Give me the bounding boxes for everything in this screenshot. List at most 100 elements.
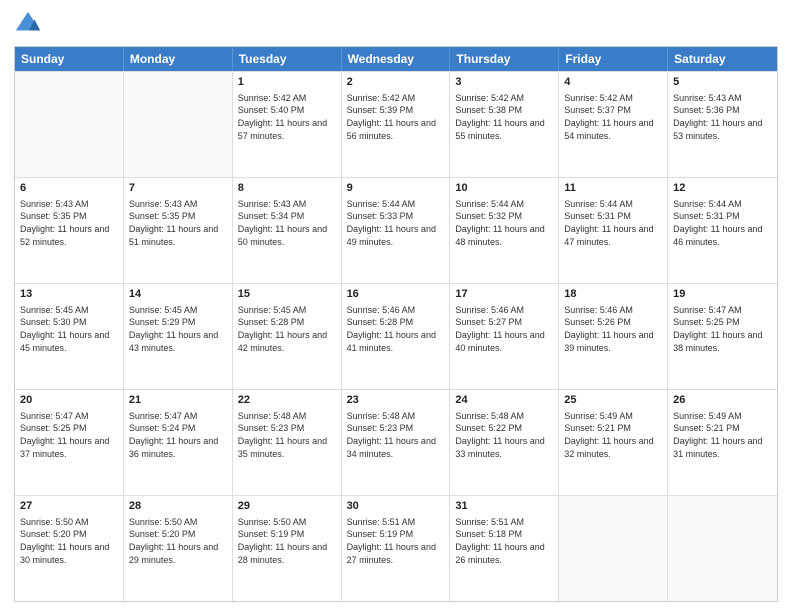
day-info: Sunrise: 5:44 AMSunset: 5:31 PMDaylight:… (673, 198, 772, 248)
week-row-2: 6 Sunrise: 5:43 AMSunset: 5:35 PMDaylight… (15, 177, 777, 283)
day-info: Sunrise: 5:43 AMSunset: 5:35 PMDaylight:… (129, 198, 227, 248)
day-info: Sunrise: 5:44 AMSunset: 5:33 PMDaylight:… (347, 198, 445, 248)
day-cell-7: 7 Sunrise: 5:43 AMSunset: 5:35 PMDaylight… (124, 178, 233, 283)
calendar-body: 1 Sunrise: 5:42 AMSunset: 5:40 PMDaylight… (15, 71, 777, 601)
day-number: 21 (129, 393, 227, 408)
header-day-monday: Monday (124, 47, 233, 71)
day-info: Sunrise: 5:42 AMSunset: 5:39 PMDaylight:… (347, 92, 445, 142)
day-number: 19 (673, 287, 772, 302)
day-info: Sunrise: 5:42 AMSunset: 5:40 PMDaylight:… (238, 92, 336, 142)
day-number: 5 (673, 75, 772, 90)
day-number: 20 (20, 393, 118, 408)
day-cell-25: 25 Sunrise: 5:49 AMSunset: 5:21 PMDayligh… (559, 390, 668, 495)
day-info: Sunrise: 5:45 AMSunset: 5:30 PMDaylight:… (20, 304, 118, 354)
day-info: Sunrise: 5:43 AMSunset: 5:36 PMDaylight:… (673, 92, 772, 142)
day-info: Sunrise: 5:51 AMSunset: 5:19 PMDaylight:… (347, 516, 445, 566)
day-number: 6 (20, 181, 118, 196)
day-info: Sunrise: 5:49 AMSunset: 5:21 PMDaylight:… (564, 410, 662, 460)
day-info: Sunrise: 5:42 AMSunset: 5:38 PMDaylight:… (455, 92, 553, 142)
day-info: Sunrise: 5:50 AMSunset: 5:20 PMDaylight:… (129, 516, 227, 566)
empty-cell (668, 496, 777, 601)
day-cell-22: 22 Sunrise: 5:48 AMSunset: 5:23 PMDayligh… (233, 390, 342, 495)
day-cell-19: 19Sunrise: 5:47 AMSunset: 5:25 PMDayligh… (668, 284, 777, 389)
day-number: 25 (564, 393, 662, 408)
day-cell-10: 10 Sunrise: 5:44 AMSunset: 5:32 PMDayligh… (450, 178, 559, 283)
day-cell-31: 31 Sunrise: 5:51 AMSunset: 5:18 PMDayligh… (450, 496, 559, 601)
page: SundayMondayTuesdayWednesdayThursdayFrid… (0, 0, 792, 612)
day-number: 26 (673, 393, 772, 408)
empty-cell (15, 72, 124, 177)
day-cell-12: 12Sunrise: 5:44 AMSunset: 5:31 PMDayligh… (668, 178, 777, 283)
day-cell-9: 9Sunrise: 5:44 AMSunset: 5:33 PMDaylight… (342, 178, 451, 283)
day-number: 1 (238, 75, 336, 90)
day-number: 18 (564, 287, 662, 302)
header-day-friday: Friday (559, 47, 668, 71)
day-number: 16 (347, 287, 445, 302)
day-info: Sunrise: 5:43 AMSunset: 5:34 PMDaylight:… (238, 198, 336, 248)
day-number: 28 (129, 499, 227, 514)
header (14, 10, 778, 38)
day-info: Sunrise: 5:45 AMSunset: 5:28 PMDaylight:… (238, 304, 336, 354)
empty-cell (559, 496, 668, 601)
day-cell-13: 13 Sunrise: 5:45 AMSunset: 5:30 PMDayligh… (15, 284, 124, 389)
day-cell-3: 3Sunrise: 5:42 AMSunset: 5:38 PMDaylight… (450, 72, 559, 177)
day-number: 4 (564, 75, 662, 90)
day-info: Sunrise: 5:49 AMSunset: 5:21 PMDaylight:… (673, 410, 772, 460)
day-number: 22 (238, 393, 336, 408)
calendar: SundayMondayTuesdayWednesdayThursdayFrid… (14, 46, 778, 602)
day-cell-15: 15 Sunrise: 5:45 AMSunset: 5:28 PMDayligh… (233, 284, 342, 389)
empty-cell (124, 72, 233, 177)
day-number: 14 (129, 287, 227, 302)
day-cell-24: 24 Sunrise: 5:48 AMSunset: 5:22 PMDayligh… (450, 390, 559, 495)
day-number: 27 (20, 499, 118, 514)
day-number: 24 (455, 393, 553, 408)
day-info: Sunrise: 5:48 AMSunset: 5:23 PMDaylight:… (347, 410, 445, 460)
header-day-tuesday: Tuesday (233, 47, 342, 71)
day-info: Sunrise: 5:44 AMSunset: 5:31 PMDaylight:… (564, 198, 662, 248)
day-info: Sunrise: 5:46 AMSunset: 5:28 PMDaylight:… (347, 304, 445, 354)
day-cell-8: 8 Sunrise: 5:43 AMSunset: 5:34 PMDaylight… (233, 178, 342, 283)
day-number: 23 (347, 393, 445, 408)
day-info: Sunrise: 5:46 AMSunset: 5:26 PMDaylight:… (564, 304, 662, 354)
day-cell-30: 30 Sunrise: 5:51 AMSunset: 5:19 PMDayligh… (342, 496, 451, 601)
day-number: 15 (238, 287, 336, 302)
day-cell-18: 18 Sunrise: 5:46 AMSunset: 5:26 PMDayligh… (559, 284, 668, 389)
day-cell-23: 23 Sunrise: 5:48 AMSunset: 5:23 PMDayligh… (342, 390, 451, 495)
week-row-1: 1 Sunrise: 5:42 AMSunset: 5:40 PMDaylight… (15, 71, 777, 177)
day-number: 7 (129, 181, 227, 196)
day-number: 17 (455, 287, 553, 302)
day-info: Sunrise: 5:47 AMSunset: 5:24 PMDaylight:… (129, 410, 227, 460)
day-number: 13 (20, 287, 118, 302)
day-info: Sunrise: 5:42 AMSunset: 5:37 PMDaylight:… (564, 92, 662, 142)
day-info: Sunrise: 5:45 AMSunset: 5:29 PMDaylight:… (129, 304, 227, 354)
day-cell-2: 2 Sunrise: 5:42 AMSunset: 5:39 PMDaylight… (342, 72, 451, 177)
day-cell-5: 5 Sunrise: 5:43 AMSunset: 5:36 PMDaylight… (668, 72, 777, 177)
day-cell-28: 28 Sunrise: 5:50 AMSunset: 5:20 PMDayligh… (124, 496, 233, 601)
day-cell-26: 26 Sunrise: 5:49 AMSunset: 5:21 PMDayligh… (668, 390, 777, 495)
day-info: Sunrise: 5:50 AMSunset: 5:19 PMDaylight:… (238, 516, 336, 566)
header-day-thursday: Thursday (450, 47, 559, 71)
logo (14, 10, 46, 38)
day-info: Sunrise: 5:48 AMSunset: 5:23 PMDaylight:… (238, 410, 336, 460)
day-info: Sunrise: 5:44 AMSunset: 5:32 PMDaylight:… (455, 198, 553, 248)
day-cell-14: 14 Sunrise: 5:45 AMSunset: 5:29 PMDayligh… (124, 284, 233, 389)
week-row-4: 20 Sunrise: 5:47 AMSunset: 5:25 PMDayligh… (15, 389, 777, 495)
day-cell-21: 21 Sunrise: 5:47 AMSunset: 5:24 PMDayligh… (124, 390, 233, 495)
header-day-saturday: Saturday (668, 47, 777, 71)
day-number: 8 (238, 181, 336, 196)
day-number: 30 (347, 499, 445, 514)
day-info: Sunrise: 5:48 AMSunset: 5:22 PMDaylight:… (455, 410, 553, 460)
day-cell-16: 16 Sunrise: 5:46 AMSunset: 5:28 PMDayligh… (342, 284, 451, 389)
day-number: 2 (347, 75, 445, 90)
header-day-sunday: Sunday (15, 47, 124, 71)
day-number: 31 (455, 499, 553, 514)
day-info: Sunrise: 5:46 AMSunset: 5:27 PMDaylight:… (455, 304, 553, 354)
day-number: 29 (238, 499, 336, 514)
day-cell-1: 1 Sunrise: 5:42 AMSunset: 5:40 PMDaylight… (233, 72, 342, 177)
day-info: Sunrise: 5:51 AMSunset: 5:18 PMDaylight:… (455, 516, 553, 566)
week-row-5: 27 Sunrise: 5:50 AMSunset: 5:20 PMDayligh… (15, 495, 777, 601)
day-number: 10 (455, 181, 553, 196)
day-info: Sunrise: 5:43 AMSunset: 5:35 PMDaylight:… (20, 198, 118, 248)
day-info: Sunrise: 5:47 AMSunset: 5:25 PMDaylight:… (20, 410, 118, 460)
week-row-3: 13 Sunrise: 5:45 AMSunset: 5:30 PMDayligh… (15, 283, 777, 389)
